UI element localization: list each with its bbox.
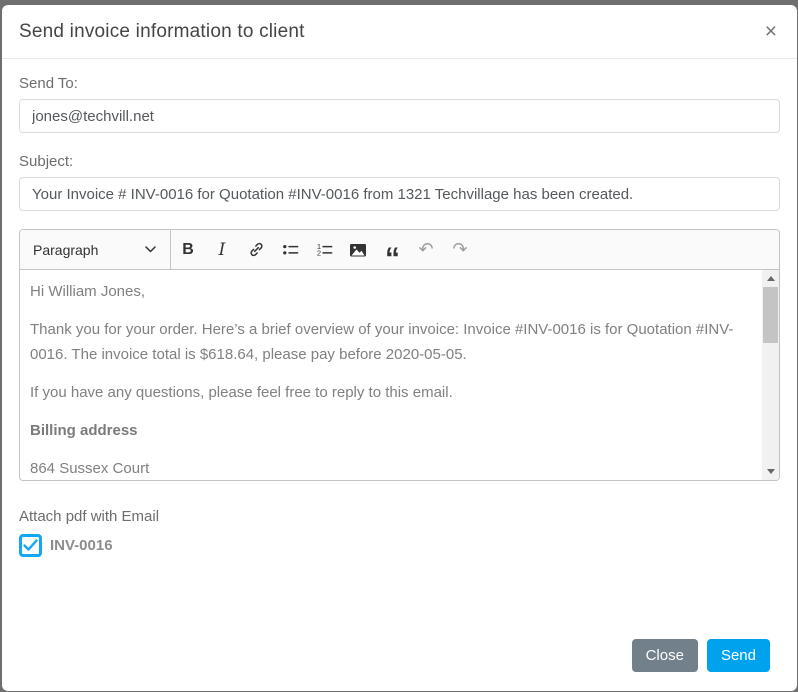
checkmark-icon: [23, 539, 38, 552]
email-questions-line: If you have any questions, please feel f…: [30, 380, 754, 405]
subject-label: Subject:: [19, 153, 780, 170]
subject-input[interactable]: [19, 177, 780, 211]
send-to-field: Send To:: [19, 75, 780, 133]
undo-button[interactable]: ↶: [409, 230, 443, 269]
bold-icon: B: [182, 241, 194, 259]
numbered-list-icon: 1 2: [315, 240, 334, 259]
bulleted-list-icon: [281, 240, 300, 259]
link-button[interactable]: [239, 230, 273, 269]
bulleted-list-button[interactable]: [273, 230, 307, 269]
subject-field: Subject:: [19, 153, 780, 211]
scroll-down-arrow-icon[interactable]: [762, 463, 779, 480]
chevron-down-icon: [145, 246, 156, 253]
attach-pdf-label: Attach pdf with Email: [19, 508, 780, 525]
email-billing-heading: Billing address: [30, 418, 754, 443]
insert-image-button[interactable]: [341, 230, 375, 269]
close-button[interactable]: Close: [632, 639, 698, 672]
attachment-checkbox[interactable]: [19, 534, 42, 557]
paragraph-style-label: Paragraph: [33, 242, 98, 258]
svg-text:2: 2: [316, 249, 320, 258]
numbered-list-button[interactable]: 1 2: [307, 230, 341, 269]
send-to-label: Send To:: [19, 75, 780, 92]
redo-button[interactable]: ↷: [443, 230, 477, 269]
send-invoice-modal: Send invoice information to client × Sen…: [2, 5, 797, 691]
editor-scrollbar[interactable]: [762, 270, 779, 480]
attachment-checkbox-label: INV-0016: [50, 537, 113, 554]
block-quote-button[interactable]: “: [375, 230, 409, 269]
image-icon: [348, 240, 368, 260]
email-order-overview: Thank you for your order. Here’s a brief…: [30, 317, 754, 367]
modal-title: Send invoice information to client: [19, 21, 305, 43]
italic-icon: I: [219, 240, 226, 260]
paragraph-style-dropdown[interactable]: Paragraph: [20, 230, 170, 269]
italic-button[interactable]: I: [205, 230, 239, 269]
send-to-input[interactable]: [19, 99, 780, 133]
email-greeting: Hi William Jones,: [30, 279, 754, 304]
rich-text-editor: Paragraph B I: [19, 229, 780, 481]
editor-toolbar: Paragraph B I: [20, 230, 779, 270]
send-button[interactable]: Send: [707, 639, 770, 672]
close-icon[interactable]: ×: [765, 21, 777, 42]
attachment-checkbox-row: INV-0016: [19, 534, 780, 557]
scrollbar-thumb[interactable]: [763, 287, 778, 343]
bold-button[interactable]: B: [171, 230, 205, 269]
modal-footer: Close Send: [2, 639, 797, 691]
redo-icon: ↷: [452, 239, 467, 260]
scroll-up-arrow-icon[interactable]: [762, 270, 779, 287]
editor-content-wrap: Hi William Jones, Thank you for your ord…: [20, 270, 779, 480]
modal-header: Send invoice information to client ×: [2, 5, 797, 59]
modal-body: Send To: Subject: Paragraph B: [2, 59, 797, 639]
undo-icon: ↶: [418, 239, 433, 260]
editor-content[interactable]: Hi William Jones, Thank you for your ord…: [20, 270, 762, 480]
email-address-line: 864 Sussex Court: [30, 456, 754, 480]
link-icon: [247, 240, 266, 259]
